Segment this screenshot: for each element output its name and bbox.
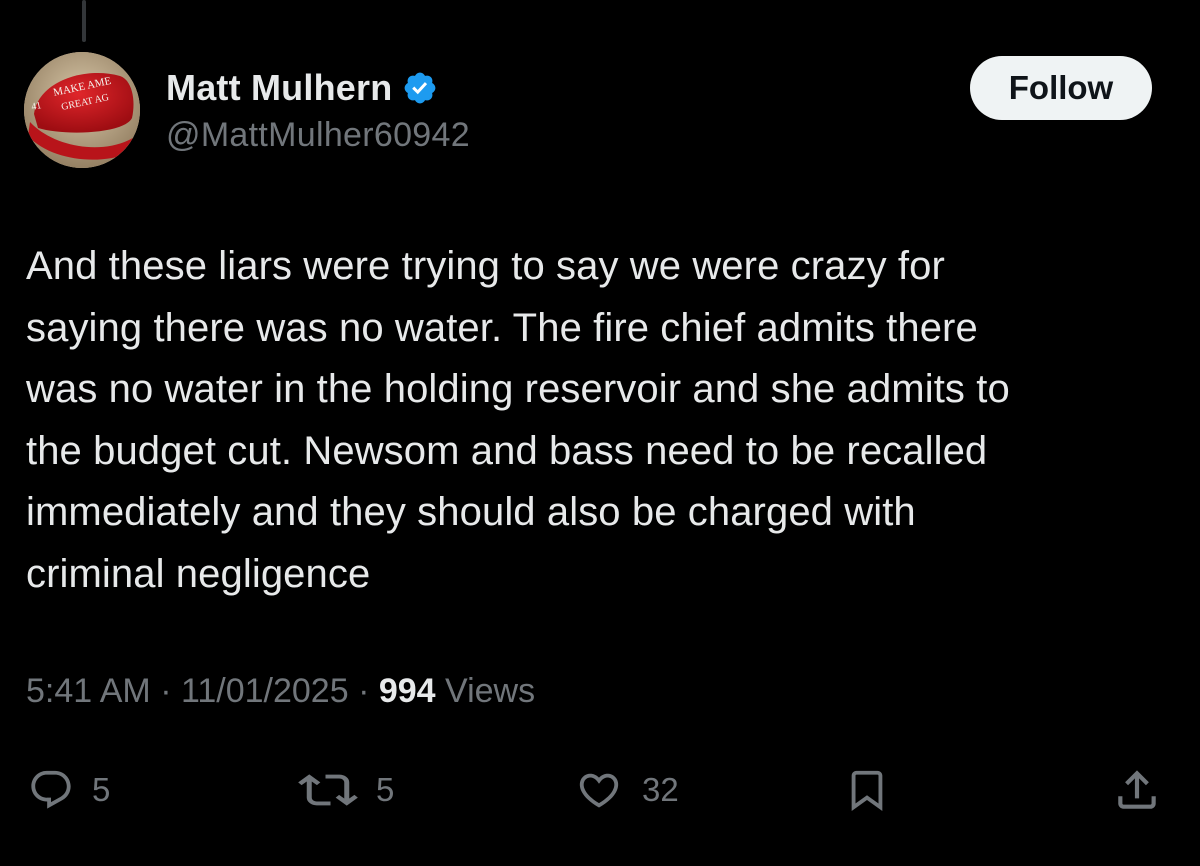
bookmark-button[interactable] [844,755,890,825]
heart-icon [579,773,619,808]
views-label: Views [445,672,536,710]
display-name[interactable]: Matt Mulhern [166,67,392,109]
tweet-text: And these liars were trying to say we we… [26,244,1010,596]
meta-separator-2: · [348,672,379,710]
avatar-image: MAKE AME GREAT AG 41 [24,52,140,168]
tweet-meta: 5:41 AM · 11/01/2025 · 994 Views [26,672,535,711]
repost-icon [298,774,358,806]
meta-separator-1: · [150,672,181,710]
like-button[interactable]: 32 [574,755,679,825]
repost-count: 5 [376,771,395,808]
user-handle[interactable]: @MattMulher60942 [166,116,470,155]
share-icon [1118,770,1156,809]
views-count: 994 [378,672,436,710]
author-block: Matt Mulhern @MattMulher60942 [166,62,470,155]
reply-count: 5 [92,771,111,808]
thread-connector-line [82,0,86,42]
tweet-date[interactable]: 11/01/2025 [181,672,349,711]
reply-icon [31,770,71,809]
follow-button[interactable]: Follow [970,56,1152,120]
bookmark-icon [851,770,883,811]
repost-button[interactable]: 5 [298,755,394,825]
verified-badge-icon[interactable] [402,70,438,106]
avatar[interactable]: MAKE AME GREAT AG 41 [24,52,140,168]
share-button[interactable] [1112,755,1162,825]
reply-button[interactable]: 5 [28,755,110,825]
like-count: 32 [642,771,679,808]
action-bar: 5 5 32 [0,755,1200,825]
name-row: Matt Mulhern [166,62,470,114]
tweet-time[interactable]: 5:41 AM [26,672,151,711]
